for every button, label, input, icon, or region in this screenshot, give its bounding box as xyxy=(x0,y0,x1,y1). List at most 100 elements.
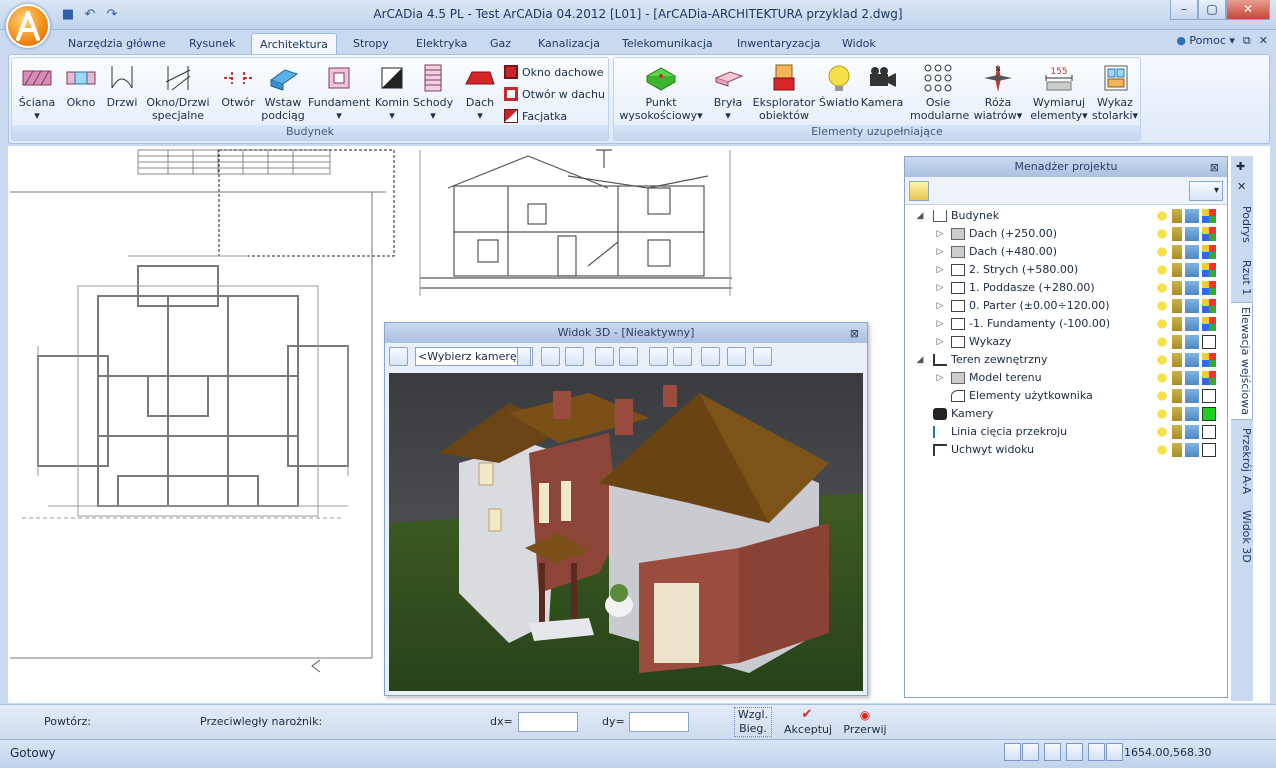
dy-input[interactable] xyxy=(629,712,689,732)
restore-icon[interactable]: ⧉ xyxy=(1243,34,1251,48)
add-camera-icon[interactable] xyxy=(389,347,408,366)
project-manager-close-icon[interactable]: ⊠ xyxy=(1210,158,1219,177)
lock-icon[interactable] xyxy=(1172,209,1182,223)
komin-button[interactable]: Komin ▾ xyxy=(372,62,412,122)
drzwi-button[interactable]: Drzwi xyxy=(104,62,140,109)
tab-przekroj-a-a[interactable]: Przekrój A-A xyxy=(1231,424,1253,498)
color-icon[interactable] xyxy=(1202,371,1216,385)
print-icon[interactable] xyxy=(1185,371,1199,385)
close-icon[interactable]: ✕ xyxy=(1226,0,1270,20)
relative-polar-button[interactable]: Wzgl. Bieg. xyxy=(734,707,772,737)
bulb-icon[interactable] xyxy=(1155,227,1169,241)
side-close-icon[interactable]: ✕ xyxy=(1237,180,1246,193)
tree-item[interactable]: ▷ Model terenu xyxy=(905,369,1225,387)
expand-icon[interactable]: ▷ xyxy=(935,333,945,351)
cancel-button[interactable]: ◉ Przerwij xyxy=(842,707,888,736)
lock-icon[interactable] xyxy=(1172,317,1182,331)
fundament-button[interactable]: Fundament ▾ xyxy=(308,62,370,122)
expand-icon[interactable]: ▷ xyxy=(935,315,945,333)
tree-item[interactable]: ◢ Budynek xyxy=(905,207,1225,225)
maximize-icon[interactable]: ▢ xyxy=(1198,0,1226,20)
expand-icon[interactable]: ▷ xyxy=(935,243,945,261)
tab-kanalizacja[interactable]: Kanalizacja xyxy=(530,33,608,54)
bulb-icon[interactable] xyxy=(1155,335,1169,349)
expand-icon[interactable]: ▷ xyxy=(935,279,945,297)
lock-icon[interactable] xyxy=(1172,425,1182,439)
lock-icon[interactable] xyxy=(1172,263,1182,277)
bulb-icon[interactable] xyxy=(1155,263,1169,277)
tree-item[interactable]: ▷ -1. Fundamenty (-100.00) xyxy=(905,315,1225,333)
tab-elektryka[interactable]: Elektryka xyxy=(408,33,475,54)
color-swatch-icon[interactable] xyxy=(1202,335,1216,349)
bulb-icon[interactable] xyxy=(1155,407,1169,421)
lock-icon[interactable] xyxy=(1172,371,1182,385)
print-icon[interactable] xyxy=(1185,299,1199,313)
lock-icon[interactable] xyxy=(1172,299,1182,313)
add-level-icon[interactable] xyxy=(909,181,929,201)
wall-view-icon[interactable] xyxy=(619,347,638,366)
camera-dropdown-icon[interactable] xyxy=(517,347,531,366)
lock-icon[interactable] xyxy=(1172,281,1182,295)
render-icon[interactable] xyxy=(595,347,614,366)
wymiaruj-elementy-button[interactable]: 155 Wymiaruj elementy▾ xyxy=(1028,62,1090,122)
section-icon[interactable] xyxy=(701,347,720,366)
tree-item[interactable]: Elementy użytkownika xyxy=(905,387,1225,405)
wykaz-stolarki-button[interactable]: Wykaz stolarki▾ xyxy=(1092,62,1138,122)
print-icon[interactable] xyxy=(1185,353,1199,367)
collapse-icon[interactable]: ◢ xyxy=(915,207,925,225)
bulb-icon[interactable] xyxy=(1155,425,1169,439)
mode-3d-icon[interactable] xyxy=(1022,743,1039,761)
print-icon[interactable] xyxy=(1185,425,1199,439)
tab-elewacja-wejsciowa[interactable]: Elewacja wejściowa xyxy=(1231,302,1253,420)
close-doc-icon[interactable]: ✕ xyxy=(1259,34,1268,48)
tab-architektura[interactable]: Architektura xyxy=(251,33,337,54)
expand-icon[interactable]: ▷ xyxy=(935,261,945,279)
color-icon[interactable] xyxy=(1202,209,1216,223)
tab-podrys[interactable]: Podrys xyxy=(1231,202,1253,247)
tab-rzut-1[interactable]: Rzut 1 xyxy=(1231,256,1253,299)
bulb-icon[interactable] xyxy=(1155,245,1169,259)
color-swatch-icon[interactable] xyxy=(1202,407,1216,421)
color-swatch-icon[interactable] xyxy=(1202,389,1216,403)
bulb-icon[interactable] xyxy=(1155,371,1169,385)
swiatlo-button[interactable]: Światło xyxy=(818,62,860,109)
color-swatch-icon[interactable] xyxy=(1202,443,1216,457)
camera-select[interactable]: <Wybierz kamerę> xyxy=(415,347,533,366)
dach-button[interactable]: Dach ▾ xyxy=(460,62,500,122)
expand-icon[interactable]: ▷ xyxy=(935,297,945,315)
snap-icon[interactable] xyxy=(1004,743,1021,761)
expand-icon[interactable]: ▷ xyxy=(935,225,945,243)
color-icon[interactable] xyxy=(1202,281,1216,295)
eksplorator-obiektow-button[interactable]: Eksplorator obiektów xyxy=(752,62,816,122)
tab-widok-3d[interactable]: Widok 3D xyxy=(1231,506,1253,567)
lock-icon[interactable] xyxy=(1172,245,1182,259)
filter-dropdown-icon[interactable]: ▾ xyxy=(1189,181,1223,201)
color-icon[interactable] xyxy=(1202,263,1216,277)
print-icon[interactable] xyxy=(1185,335,1199,349)
zoom-in-icon[interactable] xyxy=(541,347,560,366)
bulb-icon[interactable] xyxy=(1155,209,1169,223)
dx-input[interactable] xyxy=(518,712,578,732)
otwor-w-dachu-button[interactable]: Otwór w dachu xyxy=(504,84,605,104)
rotate-icon[interactable] xyxy=(649,347,668,366)
tab-widok[interactable]: Widok xyxy=(834,33,884,54)
color-swatch-icon[interactable] xyxy=(1202,425,1216,439)
expand-icon[interactable]: ▷ xyxy=(935,369,945,387)
view3d-render[interactable] xyxy=(389,373,863,691)
tab-stropy[interactable]: Stropy xyxy=(345,33,397,54)
tree-item[interactable]: ◢ Teren zewnętrzny xyxy=(905,351,1225,369)
tree-item[interactable]: ▷ 2. Strych (+580.00) xyxy=(905,261,1225,279)
bryla-button[interactable]: Bryła ▾ xyxy=(710,62,746,122)
pin-icon[interactable]: ✚ xyxy=(1236,160,1245,173)
bulb-icon[interactable] xyxy=(1155,389,1169,403)
bulb-icon[interactable] xyxy=(1155,281,1169,295)
view3d-close-icon[interactable]: ⊠ xyxy=(850,324,859,343)
tree-item[interactable]: Kamery xyxy=(905,405,1225,423)
facjatka-button[interactable]: Facjatka xyxy=(504,106,567,126)
minimize-icon[interactable]: – xyxy=(1170,0,1198,20)
view3d-icon[interactable] xyxy=(753,347,772,366)
color-icon[interactable] xyxy=(1202,317,1216,331)
bulb-icon[interactable] xyxy=(1155,443,1169,457)
print-icon[interactable] xyxy=(1185,227,1199,241)
tree-item[interactable]: ▷ Wykazy xyxy=(905,333,1225,351)
